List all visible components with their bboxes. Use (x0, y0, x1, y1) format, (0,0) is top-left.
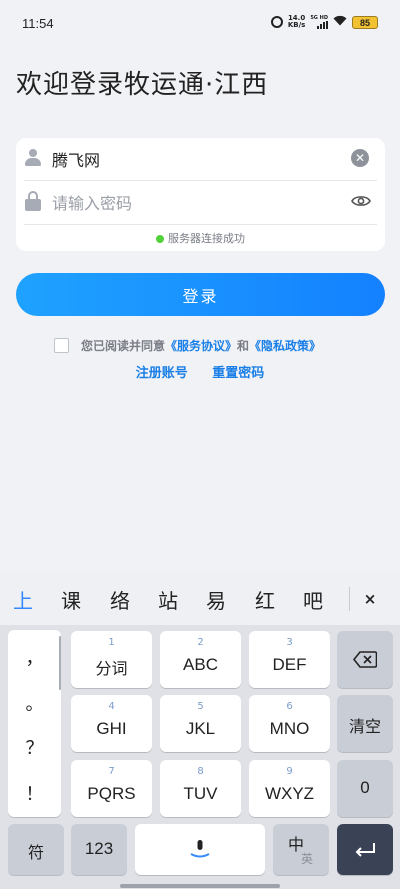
key-label: 清空 (348, 717, 381, 736)
key-7[interactable]: 7 PQRS (71, 760, 152, 817)
candidate-word[interactable]: 络 (110, 585, 130, 614)
username-input[interactable] (52, 148, 312, 170)
key-label: JKL (185, 719, 216, 738)
candidate-word[interactable]: 上 (13, 585, 33, 614)
battery-indicator: 85 (352, 15, 378, 29)
punctuation-column[interactable]: ， 。 ？ ！ (8, 630, 61, 817)
privacy-policy-link[interactable]: 《隐私政策》 (249, 337, 321, 354)
agreement-prefix: 您已阅读并同意 (81, 339, 166, 353)
key-label: DEF (272, 655, 307, 674)
key-4[interactable]: 4 GHI (71, 695, 152, 752)
enter-icon (355, 843, 375, 857)
punct-period[interactable]: 。 (8, 690, 61, 716)
backspace-icon (353, 651, 377, 668)
numeric-key[interactable]: 123 (71, 824, 127, 875)
enter-key[interactable] (337, 824, 393, 875)
divider (24, 180, 377, 181)
network-speed-unit: KB/s (287, 21, 306, 29)
punct-comma[interactable]: ， (8, 644, 61, 670)
punct-exclamation[interactable]: ！ (8, 780, 61, 806)
alarm-icon (270, 16, 283, 28)
signal-icon (317, 21, 328, 29)
key-1[interactable]: 1 分词 (71, 631, 152, 688)
candidate-word[interactable]: 课 (61, 585, 81, 614)
candidate-word[interactable]: 红 (255, 585, 275, 614)
key-label: GHI (96, 719, 127, 738)
key-5[interactable]: 5 JKL (160, 695, 241, 752)
key-label: ABC (183, 655, 218, 674)
key-label: 123 (84, 839, 114, 858)
key-2[interactable]: 2 ABC (160, 631, 241, 688)
show-password-eye-icon[interactable] (351, 193, 371, 207)
key-number: 1 (108, 637, 115, 648)
key-number: 4 (108, 701, 115, 712)
key-label: 0 (360, 778, 370, 797)
language-toggle-key[interactable]: 中 英 (273, 824, 329, 875)
login-button[interactable]: 登录 (16, 273, 385, 316)
status-dot-icon (156, 235, 164, 243)
agreement-conjunction: 和 (237, 339, 250, 353)
candidate-word[interactable]: 吧 (303, 585, 323, 614)
key-3[interactable]: 3 DEF (249, 631, 330, 688)
key-6[interactable]: 6 MNO (249, 695, 330, 752)
reset-password-link[interactable]: 重置密码 (212, 366, 264, 381)
home-indicator[interactable] (120, 884, 280, 888)
punct-question[interactable]: ？ (8, 734, 61, 760)
candidate-word[interactable]: 站 (158, 585, 178, 614)
key-number: 3 (286, 637, 293, 648)
key-label-secondary: 英 (300, 852, 313, 866)
key-number: 5 (197, 701, 204, 712)
divider (24, 224, 377, 225)
agreement-row: 您已阅读并同意 《服务协议》 和 《隐私政策》 (54, 337, 321, 354)
microphone-icon (190, 840, 210, 858)
account-links: 注册账号 重置密码 (0, 362, 400, 381)
server-status-text: 服务器连接成功 (168, 232, 245, 245)
user-icon (25, 149, 41, 167)
login-card: ✕ 服务器连接成功 (16, 138, 385, 251)
key-number: 6 (286, 701, 293, 712)
cell-signal: 5G HD (310, 15, 328, 29)
page-title: 欢迎登录牧运通·江西 (16, 70, 269, 100)
close-candidates-icon[interactable]: × (359, 588, 381, 610)
key-label: TUV (183, 784, 218, 803)
candidate-separator (349, 587, 350, 611)
key-label: 符 (27, 843, 44, 862)
agreement-checkbox[interactable] (54, 338, 69, 353)
status-time: 11:54 (22, 16, 54, 31)
key-number: 9 (286, 766, 293, 777)
key-label: 分词 (95, 659, 128, 678)
clear-key[interactable]: 清空 (337, 695, 393, 752)
service-agreement-link[interactable]: 《服务协议》 (165, 337, 237, 354)
backspace-key[interactable] (337, 631, 393, 688)
candidate-bar: 上 课 络 站 易 红 吧 × (0, 573, 400, 625)
candidate-word[interactable]: 易 (206, 585, 226, 614)
server-status: 服务器连接成功 (16, 230, 385, 246)
password-row (16, 182, 385, 224)
status-icons: 14.0 KB/s 5G HD 85 (270, 15, 378, 29)
password-input[interactable] (52, 192, 312, 214)
key-number: 7 (108, 766, 115, 777)
key-9[interactable]: 9 WXYZ (249, 760, 330, 817)
clear-input-icon[interactable]: ✕ (351, 149, 369, 167)
network-speed: 14.0 KB/s (288, 15, 305, 29)
key-label: MNO (269, 719, 310, 738)
lock-icon (25, 191, 41, 211)
key-8[interactable]: 8 TUV (160, 760, 241, 817)
register-link[interactable]: 注册账号 (136, 366, 188, 381)
key-number: 2 (197, 637, 204, 648)
key-0[interactable]: 0 (337, 760, 393, 817)
ime-keyboard: 上 课 络 站 易 红 吧 × ， 。 ？ ！ 1 分词 2 ABC 3 DEF… (0, 573, 400, 889)
key-label: PQRS (87, 784, 136, 803)
key-label: WXYZ (264, 784, 315, 803)
key-number: 8 (197, 766, 204, 777)
space-key[interactable] (135, 824, 265, 875)
username-row: ✕ (16, 138, 385, 180)
punctuation-scrollbar (59, 636, 61, 690)
symbol-key[interactable]: 符 (8, 824, 64, 875)
status-bar: 11:54 14.0 KB/s 5G HD 85 (0, 0, 400, 48)
wifi-icon (333, 15, 347, 29)
